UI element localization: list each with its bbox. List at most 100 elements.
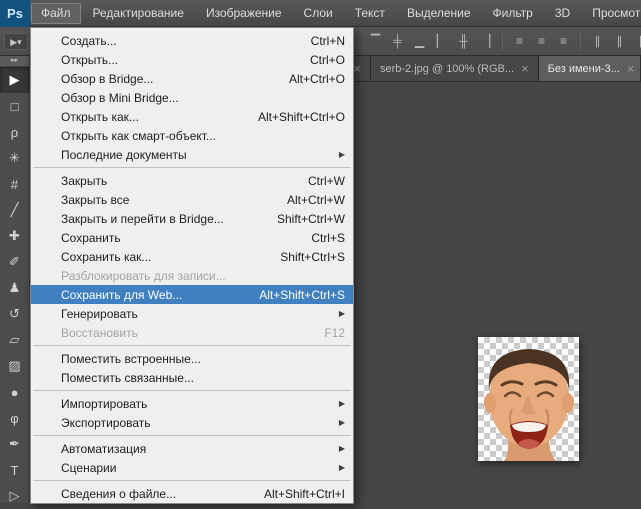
tool-brush[interactable]: ✐	[0, 249, 29, 275]
menubar-select[interactable]: Выделение	[397, 3, 481, 24]
tool-rectangular-marquee[interactable]: □	[0, 93, 29, 119]
photoshop-logo: Ps	[0, 0, 30, 27]
menu-item-label: Обзор в Bridge...	[61, 72, 153, 86]
menu-item-browse-in-mini-bridge[interactable]: Обзор в Mini Bridge...	[31, 88, 353, 107]
menu-item-file-info[interactable]: Сведения о файле... Alt+Shift+Ctrl+I	[31, 484, 353, 503]
menubar-view[interactable]: Просмотр	[582, 3, 641, 24]
menu-item-new[interactable]: Создать... Ctrl+N	[31, 31, 353, 50]
menu-item-automate[interactable]: Автоматизация ▶	[31, 439, 353, 458]
dodge-tool-icon: φ	[10, 411, 18, 426]
tool-eyedropper[interactable]: ╱	[0, 197, 29, 223]
menu-item-open-as-smart-object[interactable]: Открыть как смарт-объект...	[31, 126, 353, 145]
tab-close-icon[interactable]: ×	[353, 62, 361, 75]
menu-item-save-as[interactable]: Сохранить как... Shift+Ctrl+S	[31, 247, 353, 266]
tab-document-untitled-3[interactable]: Без имени-3... ×	[539, 56, 641, 81]
tools-panel-collapse[interactable]: ▸▸	[0, 56, 29, 67]
menu-item-label: Закрыть	[61, 174, 107, 188]
tool-pen[interactable]: ✒	[0, 431, 29, 457]
menu-shortcut: F12	[324, 326, 345, 340]
tool-history-brush[interactable]: ↺	[0, 301, 29, 327]
distribute-horizontal-centers-icon[interactable]: ∥	[610, 31, 629, 51]
align-bottom-edges-icon[interactable]: ▁	[410, 31, 429, 51]
menu-item-export[interactable]: Экспортировать ▶	[31, 413, 353, 432]
lasso-tool-icon: ρ	[11, 125, 18, 140]
submenu-arrow-icon: ▶	[339, 418, 345, 427]
distribute-top-edges-icon[interactable]: ≡	[510, 31, 529, 51]
menu-item-close[interactable]: Закрыть Ctrl+W	[31, 171, 353, 190]
menubar-3d[interactable]: 3D	[545, 3, 580, 24]
menu-item-label: Создать...	[61, 34, 117, 48]
align-right-edges-icon[interactable]: ▕	[476, 31, 495, 51]
menu-item-open-as[interactable]: Открыть как... Alt+Shift+Ctrl+O	[31, 107, 353, 126]
submenu-arrow-icon: ▶	[339, 463, 345, 472]
tool-move[interactable]: ▶	[0, 67, 29, 93]
tool-blur[interactable]: ●	[0, 379, 29, 405]
menubar-file[interactable]: Файл	[31, 3, 81, 24]
tool-crop[interactable]: #	[0, 171, 29, 197]
healing-brush-tool-icon: ✚	[9, 228, 20, 244]
menu-item-open[interactable]: Открыть... Ctrl+O	[31, 50, 353, 69]
menu-item-label: Сохранить	[61, 231, 121, 245]
marquee-tool-icon: □	[11, 99, 19, 114]
menu-shortcut: Alt+Ctrl+W	[287, 193, 345, 207]
laughing-man-image	[478, 337, 579, 461]
menu-shortcut: Ctrl+N	[311, 34, 345, 48]
menu-item-label: Открыть...	[61, 53, 118, 67]
menubar-type[interactable]: Текст	[345, 3, 395, 24]
menu-item-close-all[interactable]: Закрыть все Alt+Ctrl+W	[31, 190, 353, 209]
align-left-edges-icon[interactable]: ▏	[432, 31, 451, 51]
tab-close-icon[interactable]: ×	[627, 62, 635, 75]
tab-close-icon[interactable]: ×	[521, 62, 529, 75]
align-top-edges-icon[interactable]: ▔	[366, 31, 385, 51]
menu-separator	[33, 480, 351, 481]
tool-gradient[interactable]: ▨	[0, 353, 29, 379]
menu-item-label: Открыть как...	[61, 110, 139, 124]
document-canvas[interactable]	[478, 337, 579, 461]
tool-healing-brush[interactable]: ✚	[0, 223, 29, 249]
tool-clone-stamp[interactable]: ♟	[0, 275, 29, 301]
tool-dodge[interactable]: φ	[0, 405, 29, 431]
distribute-vertical-centers-icon[interactable]: ≡	[532, 31, 551, 51]
menu-item-label: Последние документы	[61, 148, 187, 162]
menu-item-place-linked[interactable]: Поместить связанные...	[31, 368, 353, 387]
brush-tool-icon: ✐	[9, 254, 20, 270]
tool-lasso[interactable]: ρ	[0, 119, 29, 145]
menu-item-label: Импортировать	[61, 397, 147, 411]
tool-type[interactable]: T	[0, 457, 29, 483]
align-vertical-centers-icon[interactable]: ╪	[388, 31, 407, 51]
menu-separator	[33, 390, 351, 391]
menu-item-close-and-go-to-bridge[interactable]: Закрыть и перейти в Bridge... Shift+Ctrl…	[31, 209, 353, 228]
menu-item-save-for-web[interactable]: Сохранить для Web... Alt+Shift+Ctrl+S	[31, 285, 353, 304]
distribute-right-edges-icon[interactable]: ∥	[632, 31, 641, 51]
eyedropper-tool-icon: ╱	[11, 202, 19, 218]
menu-item-place-embedded[interactable]: Поместить встроенные...	[31, 349, 353, 368]
tool-magic-wand[interactable]: ✳	[0, 145, 29, 171]
menubar-image[interactable]: Изображение	[196, 3, 292, 24]
menubar-edit[interactable]: Редактирование	[83, 3, 194, 24]
menu-item-label: Закрыть и перейти в Bridge...	[61, 212, 224, 226]
submenu-arrow-icon: ▶	[339, 309, 345, 318]
submenu-arrow-icon: ▶	[339, 150, 345, 159]
menu-item-generate[interactable]: Генерировать ▶	[31, 304, 353, 323]
menu-item-label: Разблокировать для записи...	[61, 269, 226, 283]
tab-document-serb-2[interactable]: serb-2.jpg @ 100% (RGB... ×	[371, 56, 539, 81]
tool-eraser[interactable]: ▱	[0, 327, 29, 353]
menu-item-label: Поместить встроенные...	[61, 352, 201, 366]
menu-item-recent-files[interactable]: Последние документы ▶	[31, 145, 353, 164]
tool-path-selection[interactable]: ▷	[0, 483, 29, 509]
eraser-tool-icon: ▱	[10, 332, 20, 348]
type-tool-icon: T	[11, 463, 19, 478]
menu-item-scripts[interactable]: Сценарии ▶	[31, 458, 353, 477]
menu-shortcut: Alt+Ctrl+O	[289, 72, 345, 86]
submenu-arrow-icon: ▶	[339, 399, 345, 408]
menubar-filter[interactable]: Фильтр	[483, 3, 543, 24]
menubar-layers[interactable]: Слои	[294, 3, 343, 24]
tool-preset-picker[interactable]: ▶▾	[4, 33, 28, 50]
menu-item-save[interactable]: Сохранить Ctrl+S	[31, 228, 353, 247]
menu-item-import[interactable]: Импортировать ▶	[31, 394, 353, 413]
menu-item-browse-in-bridge[interactable]: Обзор в Bridge... Alt+Ctrl+O	[31, 69, 353, 88]
distribute-left-edges-icon[interactable]: ∥	[588, 31, 607, 51]
distribute-bottom-edges-icon[interactable]: ≡	[554, 31, 573, 51]
menu-item-label: Сценарии	[61, 461, 116, 475]
align-horizontal-centers-icon[interactable]: ╫	[454, 31, 473, 51]
